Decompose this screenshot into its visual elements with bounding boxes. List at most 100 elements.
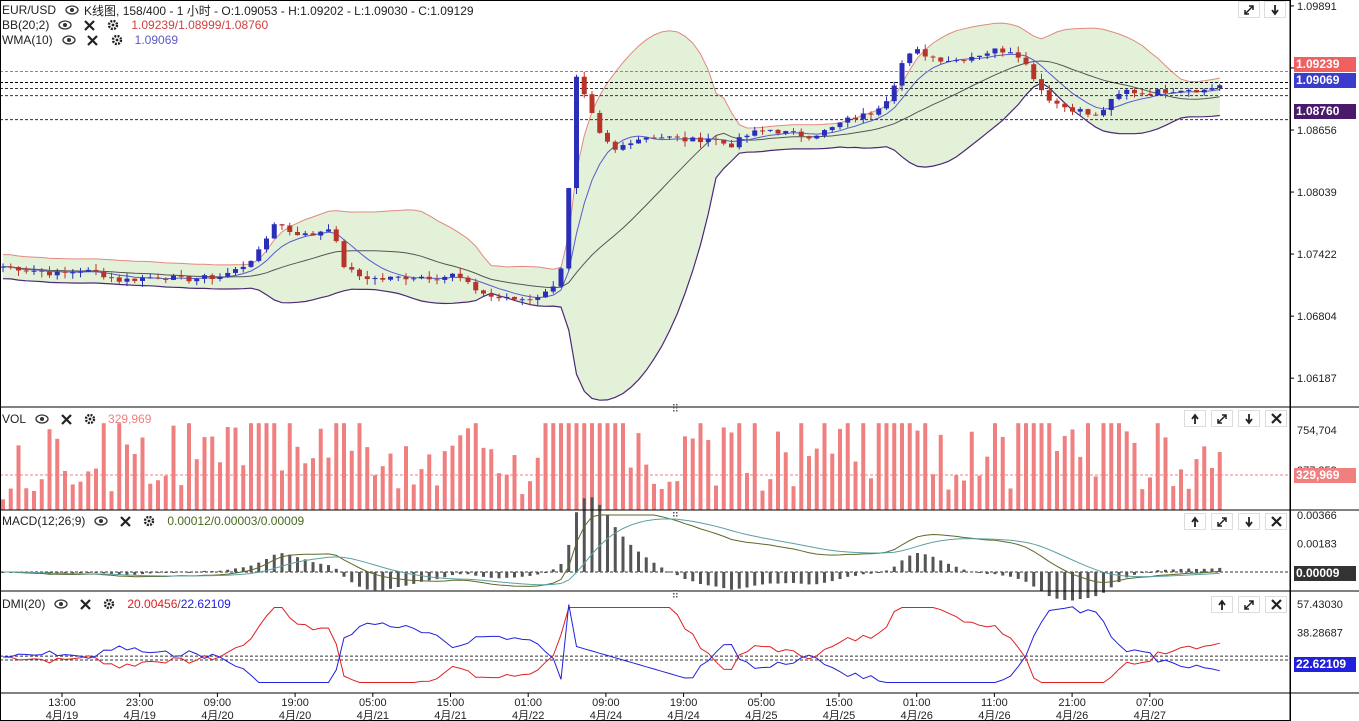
volume-bar (737, 423, 742, 510)
volume-bar (838, 428, 842, 510)
gear-icon[interactable] (105, 18, 121, 32)
candle-body (860, 113, 866, 120)
macd-histogram-bar (489, 572, 493, 578)
maximize-button[interactable] (1238, 596, 1260, 613)
macd-histogram-bar (458, 572, 462, 575)
macd-tick-label: 0.00183 (1297, 539, 1337, 551)
drag-handle-dot (676, 590, 678, 592)
volume-bar (954, 475, 959, 510)
gear-icon[interactable] (109, 33, 125, 47)
price-panel[interactable] (0, 22, 1290, 401)
macd-histogram-bar (172, 571, 175, 573)
volume-bar (752, 423, 757, 510)
macd-histogram-bar (466, 572, 470, 575)
candle-body (1163, 89, 1168, 93)
close-icon[interactable] (85, 33, 101, 47)
candle-body (845, 117, 851, 123)
close-icon[interactable] (81, 18, 97, 32)
move-down-button[interactable] (1238, 410, 1260, 427)
dmi-tick-label: 38.28687 (1297, 628, 1343, 640)
candle-body (783, 131, 789, 134)
eye-icon[interactable] (53, 597, 69, 611)
volume-bar (574, 423, 579, 510)
volume-bar (1148, 477, 1152, 510)
volume-bar (8, 488, 13, 510)
date-label: 4月/21 (434, 710, 466, 721)
move-up-button[interactable] (1184, 513, 1206, 530)
volume-bar (946, 489, 951, 510)
eye-icon[interactable] (61, 33, 77, 47)
macd-histogram-bar (1071, 572, 1074, 601)
dmi-panel[interactable] (0, 604, 1290, 683)
move-down-button[interactable] (1238, 513, 1260, 530)
close-panel-button[interactable] (1265, 513, 1287, 530)
vol-tick-label: 754,704 (1297, 425, 1337, 437)
macd-values: 0.00012/0.00003/0.00009 (167, 514, 305, 528)
candle-body (612, 141, 618, 150)
macd-histogram-bar (761, 572, 764, 585)
volume-bar (1101, 423, 1106, 510)
candle-body (233, 269, 238, 273)
maximize-button[interactable] (1211, 410, 1233, 427)
date-label: 4月/26 (1056, 710, 1088, 721)
move-up-button[interactable] (1211, 596, 1233, 613)
volume-bar (125, 444, 129, 510)
macd-histogram-bar (1086, 572, 1090, 598)
gear-icon[interactable] (141, 514, 157, 528)
macd-histogram-bar (652, 562, 656, 572)
volume-bar (1055, 450, 1059, 510)
close-icon (1270, 516, 1282, 527)
macd-histogram-bar (1195, 568, 1198, 572)
volume-bar (582, 423, 587, 510)
volume-bar (1186, 488, 1191, 510)
close-icon[interactable] (117, 514, 133, 528)
maximize-button[interactable] (1238, 1, 1260, 18)
volume-bar (101, 423, 106, 510)
gear-icon[interactable] (82, 412, 98, 426)
macd-histogram-bar (815, 572, 819, 585)
close-panel-button[interactable] (1265, 596, 1287, 613)
macd-histogram-bar (536, 572, 540, 575)
candle-body (240, 266, 246, 270)
close-icon[interactable] (77, 597, 93, 611)
macd-histogram-bar (125, 572, 129, 575)
macd-histogram-bar (799, 572, 803, 584)
volume-panel[interactable] (0, 423, 1290, 510)
move-up-button[interactable] (1184, 410, 1206, 427)
candle-body (558, 268, 564, 287)
gear-icon[interactable] (101, 597, 117, 611)
macd-histogram-bar (303, 559, 307, 572)
close-panel-button[interactable] (1265, 410, 1287, 427)
volume-bar (535, 457, 540, 510)
candle-body (915, 49, 920, 54)
eye-icon[interactable] (57, 18, 73, 32)
volume-bar (520, 494, 525, 510)
macd-histogram-bar (296, 557, 299, 572)
candle-body (1093, 114, 1099, 116)
candle-body (388, 276, 393, 280)
close-icon[interactable] (58, 412, 74, 426)
volume-bar (473, 423, 478, 510)
macd-histogram-bar (668, 571, 671, 573)
maximize-button[interactable] (1211, 513, 1233, 530)
macd-histogram-bar (985, 572, 989, 574)
eye-icon[interactable] (34, 412, 50, 426)
volume-bar (512, 455, 517, 510)
macd-histogram-bar (939, 560, 943, 572)
chart-canvas[interactable]: 1.098911.092741.086561.080391.074221.068… (0, 0, 1359, 721)
eye-icon[interactable] (93, 514, 109, 528)
macd-histogram-bar (249, 565, 253, 572)
arrow-down-icon (1245, 516, 1253, 527)
eye-icon[interactable] (64, 3, 80, 17)
volume-bar (993, 423, 997, 510)
volume-bar (1171, 486, 1176, 510)
candle-body (1046, 90, 1052, 101)
macd-histogram-bar (358, 572, 361, 587)
macd-histogram-bar (327, 565, 330, 572)
close-icon (1270, 599, 1282, 610)
macd-histogram-bar (203, 570, 206, 572)
macd-price-tag: 0.00009 (1294, 566, 1356, 581)
macd-tick-label: 0.00366 (1297, 510, 1337, 522)
volume-bar (1163, 437, 1168, 510)
move-down-button[interactable] (1264, 1, 1286, 18)
